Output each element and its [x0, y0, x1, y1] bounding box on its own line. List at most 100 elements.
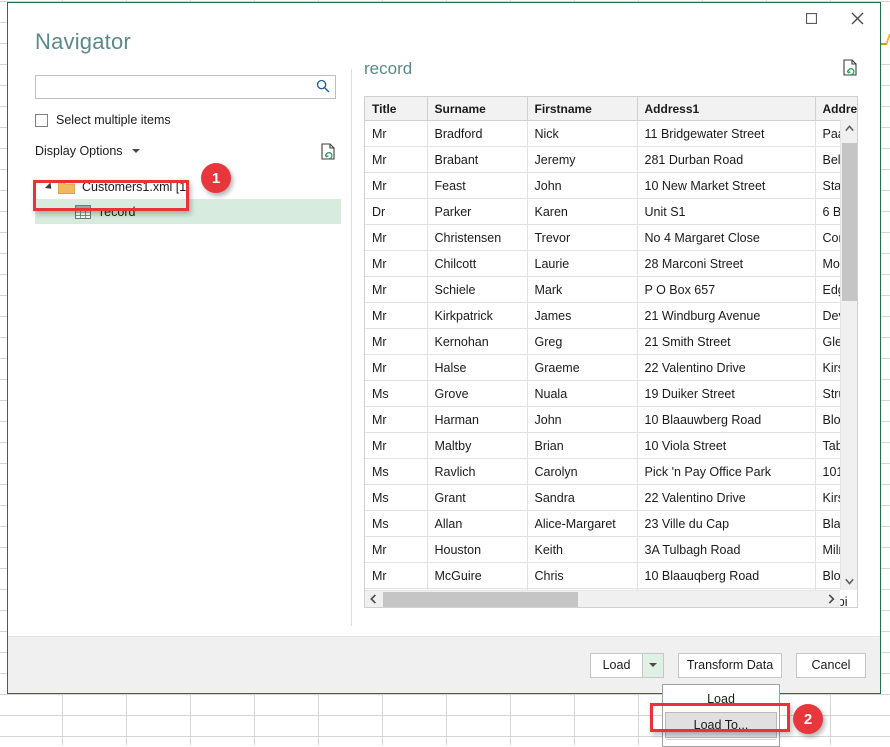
table-cell: Pick 'n Pay Office Park	[637, 459, 815, 485]
scroll-down-arrow-icon[interactable]	[841, 573, 857, 590]
table-cell: 281 Durban Road	[637, 147, 815, 173]
horizontal-scrollbar[interactable]	[365, 590, 840, 607]
table-cell: Brian	[527, 433, 637, 459]
table-cell: Mr	[365, 563, 427, 589]
select-multiple-items-label: Select multiple items	[56, 113, 171, 127]
table-row: MrHalseGraeme22 Valentino DriveKirst	[365, 355, 858, 381]
tree-item-record[interactable]: record	[35, 199, 341, 224]
table-cell: Trevor	[527, 225, 637, 251]
preview-table-container: TitleSurnameFirstnameAddress1Address MrB…	[364, 96, 858, 608]
column-header-surname[interactable]: Surname	[427, 97, 527, 121]
expand-collapse-triangle-icon[interactable]	[45, 182, 54, 191]
table-cell: Chilcott	[427, 251, 527, 277]
table-cell: Schiele	[427, 277, 527, 303]
load-dropdown-arrow-button[interactable]	[642, 653, 664, 678]
table-cell: Mr	[365, 355, 427, 381]
table-row: MrChilcottLaurie28 Marconi StreetMon	[365, 251, 858, 277]
table-row: MsGroveNuala19 Duiker StreetStrui	[365, 381, 858, 407]
table-cell: Ms	[365, 381, 427, 407]
table-cell: John	[527, 173, 637, 199]
table-cell: Grant	[427, 485, 527, 511]
table-cell: Ms	[365, 485, 427, 511]
tree-item-customers1-xml[interactable]: Customers1.xml [1]	[35, 175, 341, 199]
menu-item-load[interactable]: Load	[663, 686, 779, 712]
table-cell: Allan	[427, 511, 527, 537]
search-box[interactable]	[35, 75, 336, 99]
table-header-row: TitleSurnameFirstnameAddress1Address	[365, 97, 858, 121]
table-cell: No 4 Margaret Close	[637, 225, 815, 251]
table-cell: 10 Blaauwberg Road	[637, 407, 815, 433]
table-cell: Mr	[365, 329, 427, 355]
table-cell: Alice-Margaret	[527, 511, 637, 537]
table-row: MrMaltbyBrian10 Viola StreetTable	[365, 433, 858, 459]
vertical-scrollbar[interactable]	[840, 120, 857, 590]
column-header-address1[interactable]: Address1	[637, 97, 815, 121]
close-button[interactable]	[834, 3, 880, 33]
annotation-badge-1: 1	[201, 163, 231, 193]
close-icon	[851, 12, 864, 25]
menu-item-load-to[interactable]: Load To...	[665, 712, 777, 738]
table-cell: 21 Windburg Avenue	[637, 303, 815, 329]
table-cell: Parker	[427, 199, 527, 225]
table-cell: Mr	[365, 303, 427, 329]
table-cell: 3A Tulbagh Road	[637, 537, 815, 563]
table-cell: 22 Valentino Drive	[637, 485, 815, 511]
table-grid-icon	[75, 205, 100, 219]
table-cell: Mr	[365, 277, 427, 303]
table-cell: Mr	[365, 147, 427, 173]
preview-table: TitleSurnameFirstnameAddress1Address MrB…	[365, 97, 858, 608]
dialog-titlebar: Navigator	[8, 3, 880, 35]
table-row: MrFeastJohn10 New Market StreetStan	[365, 173, 858, 199]
preview-title: record	[364, 59, 412, 79]
table-cell: McGuire	[427, 563, 527, 589]
refresh-document-icon[interactable]	[843, 59, 858, 76]
table-cell: Nick	[527, 121, 637, 147]
vertical-scrollbar-thumb[interactable]	[842, 143, 857, 301]
table-cell: 28 Marconi Street	[637, 251, 815, 277]
table-cell: P O Box 657	[637, 277, 815, 303]
table-cell: Ravlich	[427, 459, 527, 485]
select-multiple-items-checkbox[interactable]	[35, 114, 48, 127]
table-cell: Grove	[427, 381, 527, 407]
scroll-right-arrow-icon[interactable]	[823, 591, 840, 607]
table-cell: John	[527, 407, 637, 433]
column-header-firstname[interactable]: Firstname	[527, 97, 637, 121]
scroll-left-arrow-icon[interactable]	[365, 591, 382, 607]
table-cell: Mr	[365, 433, 427, 459]
column-header-title[interactable]: Title	[365, 97, 427, 121]
scroll-up-arrow-icon[interactable]	[841, 120, 857, 137]
table-cell: Carolyn	[527, 459, 637, 485]
table-cell: Mark	[527, 277, 637, 303]
table-cell: Kirkpatrick	[427, 303, 527, 329]
cancel-button[interactable]: Cancel	[796, 653, 866, 678]
table-cell: Mr	[365, 407, 427, 433]
table-cell: Laurie	[527, 251, 637, 277]
search-input[interactable]	[36, 77, 335, 97]
tree-item-label: record	[100, 205, 135, 219]
horizontal-scrollbar-thumb[interactable]	[383, 592, 578, 607]
search-icon	[316, 79, 330, 98]
chevron-down-icon[interactable]	[132, 149, 140, 153]
table-row: MrKernohanGreg21 Smith StreetGlen	[365, 329, 858, 355]
navigator-dialog: Navigator	[7, 2, 881, 694]
table-cell: Mr	[365, 251, 427, 277]
table-row: MsGrantSandra22 Valentino DriveKirst	[365, 485, 858, 511]
table-cell: 10 Viola Street	[637, 433, 815, 459]
refresh-document-icon[interactable]	[321, 143, 336, 160]
table-cell: Graeme	[527, 355, 637, 381]
column-header-address[interactable]: Address	[815, 97, 858, 121]
table-cell: 10 Blaauqberg Road	[637, 563, 815, 589]
chevron-down-icon	[649, 663, 657, 667]
maximize-button[interactable]	[788, 3, 834, 33]
display-options-label[interactable]: Display Options	[35, 144, 123, 158]
transform-data-button[interactable]: Transform Data	[678, 653, 782, 678]
table-cell: Brabant	[427, 147, 527, 173]
menu-bottom-strip	[666, 739, 776, 744]
table-cell: Houston	[427, 537, 527, 563]
table-cell: 11 Bridgewater Street	[637, 121, 815, 147]
load-button[interactable]: Load	[590, 653, 642, 678]
table-cell: Maltby	[427, 433, 527, 459]
table-row: MrHarmanJohn10 Blaauwberg RoadBlou	[365, 407, 858, 433]
select-multiple-items-row[interactable]: Select multiple items	[35, 111, 351, 129]
load-dropdown-menu: Load Load To...	[662, 684, 780, 747]
